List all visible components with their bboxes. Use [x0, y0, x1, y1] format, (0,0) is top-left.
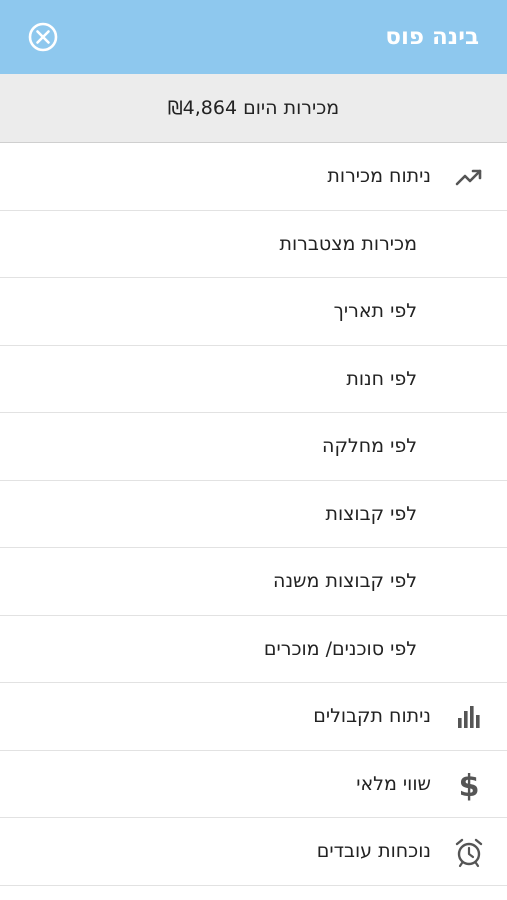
- dollar-icon: $: [453, 769, 485, 801]
- menu-item-by-store[interactable]: לפי חנות: [0, 346, 507, 413]
- today-sales-bar: מכירות היום ₪4,864: [0, 74, 507, 143]
- menu-item-employee-attendance[interactable]: נוכחות עובדים: [0, 818, 507, 886]
- app-title: בינה פוס: [385, 24, 479, 50]
- today-sales-text: מכירות היום ₪4,864: [168, 97, 339, 119]
- menu-item-label: נוכחות עובדים: [316, 840, 431, 862]
- menu-item-label: לפי סוכנים/ מוכרים: [263, 637, 417, 660]
- menu-item-label: מכירות מצטברות: [279, 232, 418, 255]
- side-menu: ניתוח מכירות מכירות מצטברות לפי תאריך לפ…: [0, 143, 507, 886]
- today-sales-label: מכירות היום: [243, 97, 340, 119]
- menu-item-label: לפי קבוצות משנה: [273, 570, 417, 592]
- menu-item-inventory-value[interactable]: $ שווי מלאי: [0, 751, 507, 818]
- menu-item-by-subgroups[interactable]: לפי קבוצות משנה: [0, 548, 507, 616]
- menu-item-label: לפי חנות: [346, 367, 417, 390]
- menu-item-cumulative-sales[interactable]: מכירות מצטברות: [0, 211, 507, 278]
- menu-item-label: שווי מלאי: [356, 772, 431, 795]
- today-sales-amount: ₪4,864: [167, 97, 238, 119]
- menu-item-label: ניתוח תקבולים: [313, 705, 431, 727]
- menu-item-label: לפי תאריך: [333, 300, 417, 322]
- close-circle-icon[interactable]: [27, 21, 59, 53]
- menu-item-label: ניתוח מכירות: [327, 165, 431, 187]
- app-header: בינה פוס: [0, 0, 507, 74]
- bar-chart-icon: [453, 701, 485, 733]
- menu-item-by-agents[interactable]: לפי סוכנים/ מוכרים: [0, 616, 507, 683]
- trending-up-icon: [453, 161, 485, 193]
- menu-item-receipts-analysis[interactable]: ניתוח תקבולים: [0, 683, 507, 751]
- menu-item-by-department[interactable]: לפי מחלקה: [0, 413, 507, 481]
- close-button[interactable]: [27, 21, 59, 53]
- menu-item-sales-analysis[interactable]: ניתוח מכירות: [0, 143, 507, 211]
- menu-item-label: לפי מחלקה: [322, 435, 417, 457]
- alarm-clock-icon: [453, 836, 485, 868]
- menu-item-by-date[interactable]: לפי תאריך: [0, 278, 507, 346]
- menu-item-label: לפי קבוצות: [325, 502, 417, 525]
- svg-text:$: $: [459, 769, 480, 801]
- menu-item-by-groups[interactable]: לפי קבוצות: [0, 481, 507, 548]
